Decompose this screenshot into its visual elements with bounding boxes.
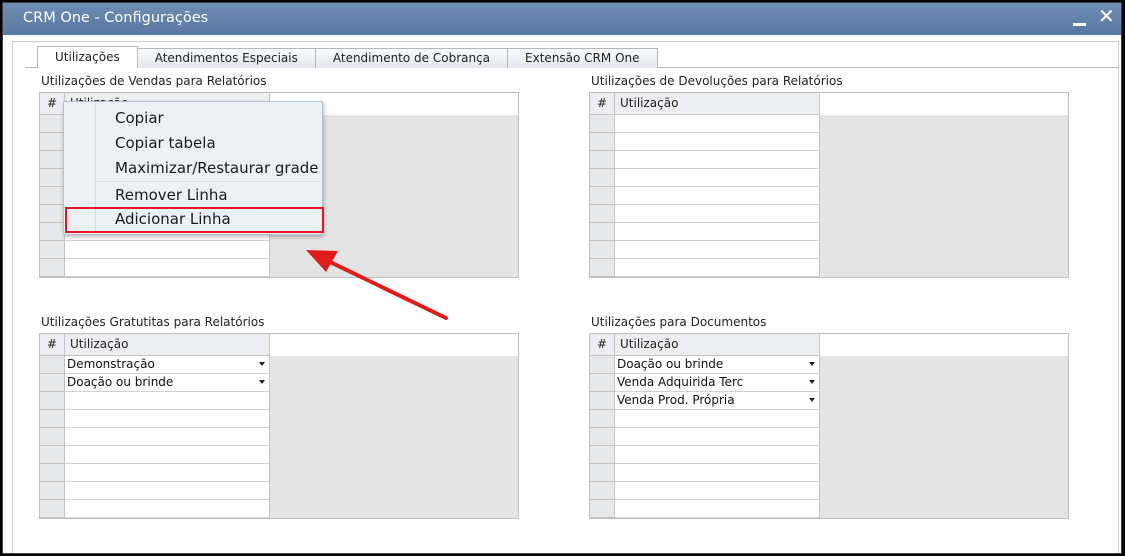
arrow-shaft <box>326 259 448 320</box>
annotation-arrow <box>306 250 448 320</box>
arrow-head <box>306 250 338 272</box>
tab-utilizacoes[interactable]: Utilizações <box>37 46 138 68</box>
